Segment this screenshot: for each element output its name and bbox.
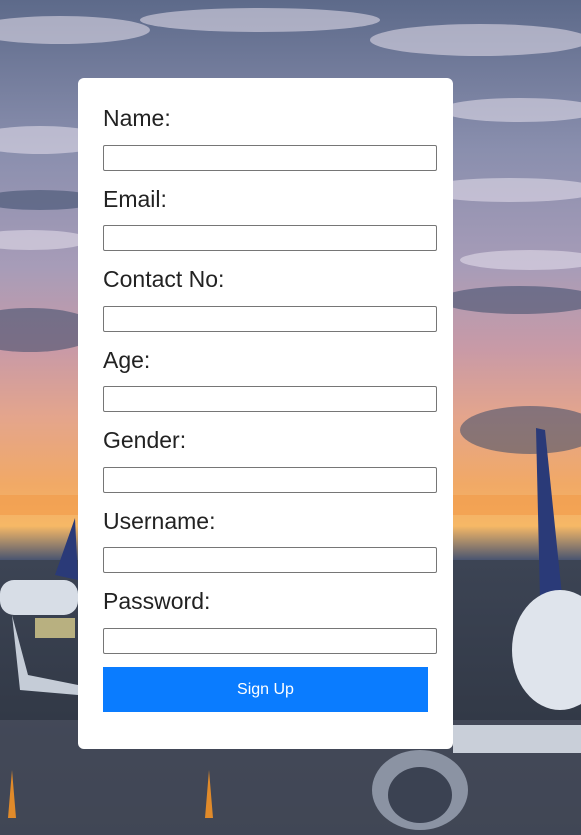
- gender-label: Gender:: [103, 427, 187, 453]
- sign-up-button[interactable]: Sign Up: [103, 667, 428, 712]
- contact-no-label: Contact No:: [103, 266, 225, 292]
- password-input[interactable]: [103, 628, 437, 654]
- username-input[interactable]: [103, 547, 437, 573]
- name-label: Name:: [103, 105, 171, 131]
- signup-form-card: Name: Email: Contact No: Age: Gender: Us…: [78, 78, 453, 749]
- contact-no-input[interactable]: [103, 306, 437, 332]
- gender-input[interactable]: [103, 467, 437, 493]
- age-input[interactable]: [103, 386, 437, 412]
- age-label: Age:: [103, 347, 151, 373]
- password-label: Password:: [103, 588, 211, 614]
- username-label: Username:: [103, 508, 216, 534]
- email-input[interactable]: [103, 225, 437, 251]
- email-label: Email:: [103, 186, 167, 212]
- name-input[interactable]: [103, 145, 437, 171]
